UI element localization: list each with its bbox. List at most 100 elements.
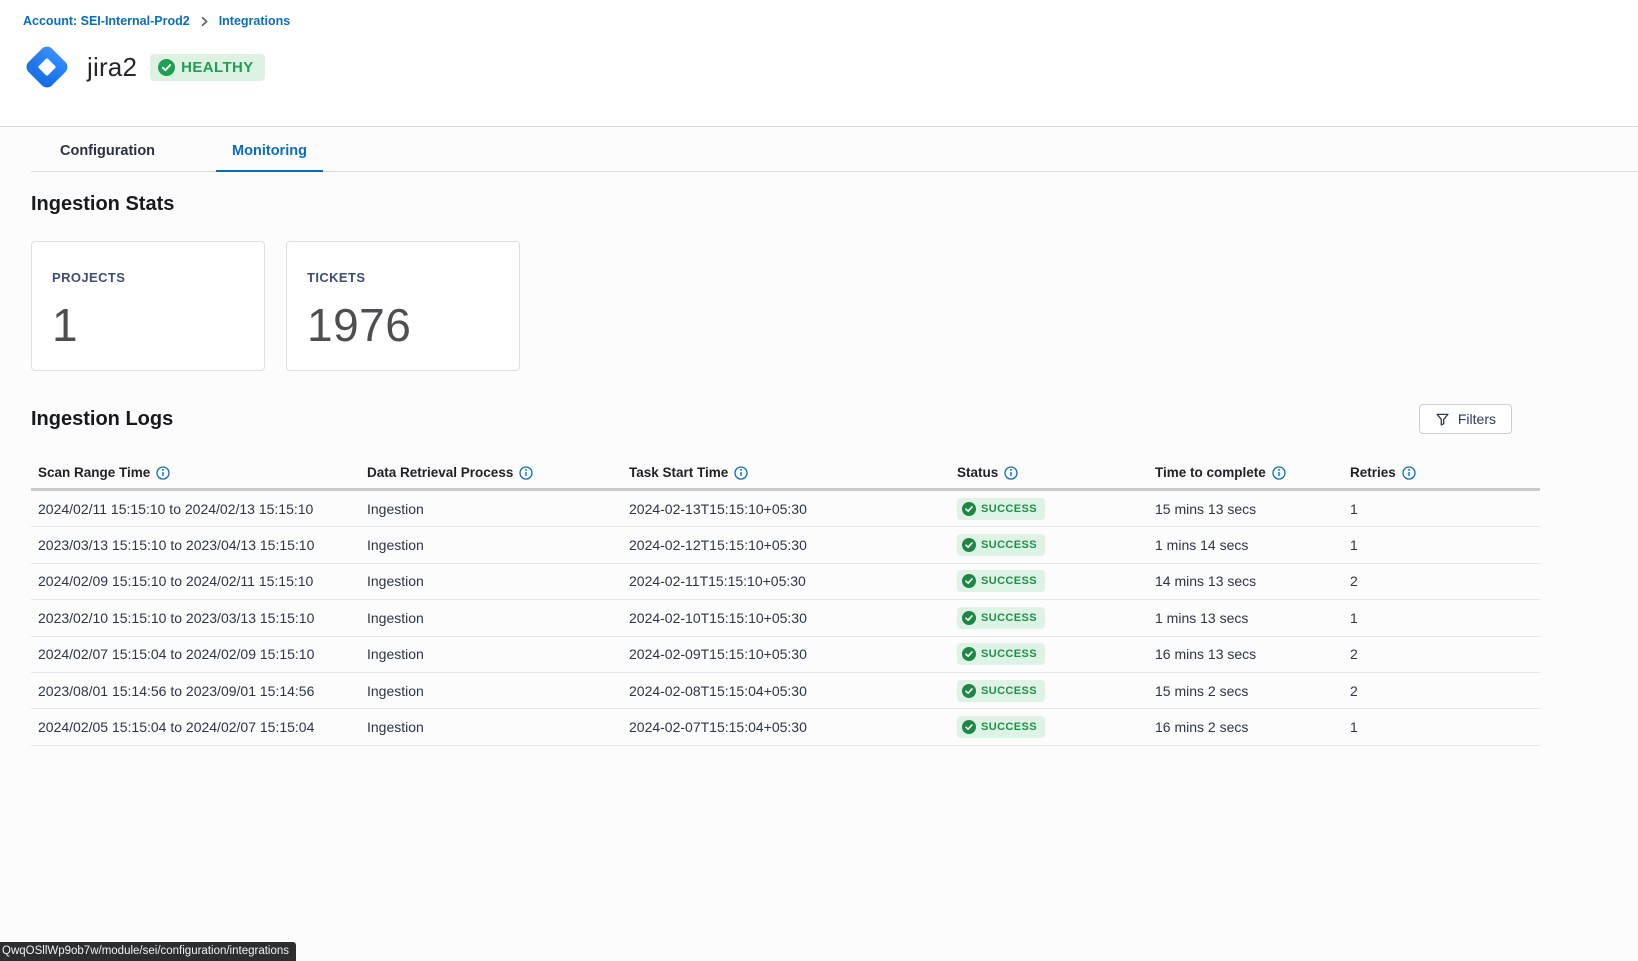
cell-time-to-complete: 1 mins 14 secs [1155,537,1350,553]
column-header-task-start-time: Task Start Time [629,465,957,480]
status-badge: SUCCESS [957,607,1045,629]
page-header: Account: SEI-Internal-Prod2 Integrations [0,0,1638,127]
cell-task-start: 2024-02-11T15:15:10+05:30 [629,573,957,589]
status-badge: SUCCESS [957,643,1045,665]
success-check-icon [962,538,976,552]
cell-process: Ingestion [367,683,629,699]
stat-label: TICKETS [307,270,499,285]
cell-process: Ingestion [367,501,629,517]
cell-time-to-complete: 1 mins 13 secs [1155,610,1350,626]
cell-retries: 2 [1350,646,1547,662]
cell-task-start: 2024-02-13T15:15:10+05:30 [629,501,957,517]
status-label: SUCCESS [981,612,1037,624]
cell-task-start: 2024-02-07T15:15:04+05:30 [629,719,957,735]
stat-cards: PROJECTS 1 TICKETS 1976 [31,241,1638,371]
status-bar-link-preview: QwqOSllWp9ob7w/module/sei/configuration/… [0,942,296,961]
breadcrumb-integrations-link[interactable]: Integrations [219,14,291,28]
stat-card-tickets: TICKETS 1976 [286,241,520,371]
cell-status: SUCCESS [957,680,1155,702]
cell-scan-range: 2023/03/13 15:15:10 to 2023/04/13 15:15:… [38,537,367,553]
success-check-icon [962,502,976,516]
column-header-data-retrieval-process: Data Retrieval Process [367,465,629,480]
cell-process: Ingestion [367,610,629,626]
logs-header-row: Scan Range TimeData Retrieval Process Tas… [31,457,1540,491]
cell-time-to-complete: 14 mins 13 secs [1155,573,1350,589]
success-check-icon [962,720,976,734]
column-header-status: Status [957,465,1155,480]
info-icon[interactable] [1402,466,1416,480]
cell-task-start: 2024-02-08T15:15:04+05:30 [629,683,957,699]
health-status-label: HEALTHY [181,59,254,76]
filters-button-label: Filters [1458,411,1496,427]
cell-retries: 1 [1350,501,1547,517]
cell-retries: 2 [1350,573,1547,589]
cell-time-to-complete: 15 mins 2 secs [1155,683,1350,699]
ingestion-stats-heading: Ingestion Stats [31,193,1638,216]
status-label: SUCCESS [981,575,1037,587]
jira-logo-icon [20,40,74,94]
table-row: 2024/02/05 15:15:04 to 2024/02/07 15:15:… [31,709,1540,745]
success-check-icon [962,574,976,588]
cell-status: SUCCESS [957,607,1155,629]
cell-scan-range: 2024/02/07 15:15:04 to 2024/02/09 15:15:… [38,646,367,662]
table-row: 2024/02/11 15:15:10 to 2024/02/13 15:15:… [31,491,1540,527]
stat-value: 1 [52,298,244,352]
table-row: 2024/02/09 15:15:10 to 2024/02/11 15:15:… [31,564,1540,600]
table-row: 2024/02/07 15:15:04 to 2024/02/09 15:15:… [31,637,1540,673]
cell-status: SUCCESS [957,643,1155,665]
cell-retries: 1 [1350,719,1547,735]
column-label: Time to complete [1155,465,1266,480]
cell-process: Ingestion [367,719,629,735]
stat-label: PROJECTS [52,270,244,285]
cell-scan-range: 2024/02/11 15:15:10 to 2024/02/13 15:15:… [38,501,367,517]
status-badge: SUCCESS [957,716,1045,738]
cell-process: Ingestion [367,537,629,553]
status-badge: SUCCESS [957,534,1045,556]
cell-task-start: 2024-02-09T15:15:10+05:30 [629,646,957,662]
cell-status: SUCCESS [957,570,1155,592]
info-icon[interactable] [1004,466,1018,480]
cell-task-start: 2024-02-12T15:15:10+05:30 [629,537,957,553]
column-label: Data Retrieval Process [367,465,513,480]
column-label: Status [957,465,998,480]
cell-scan-range: 2024/02/05 15:15:04 to 2024/02/07 15:15:… [38,719,367,735]
cell-status: SUCCESS [957,498,1155,520]
cell-scan-range: 2023/02/10 15:15:10 to 2023/03/13 15:15:… [38,610,367,626]
status-label: SUCCESS [981,685,1037,697]
column-header-time-to-complete: Time to complete [1155,465,1350,480]
ingestion-logs-table: Scan Range TimeData Retrieval Process Tas… [31,457,1540,746]
cell-time-to-complete: 16 mins 13 secs [1155,646,1350,662]
info-icon[interactable] [734,466,748,480]
health-status-badge: HEALTHY [150,54,265,81]
filter-funnel-icon [1435,412,1450,427]
cell-retries: 1 [1350,610,1547,626]
success-check-icon [962,684,976,698]
info-icon[interactable] [156,466,170,480]
logs-body: 2024/02/11 15:15:10 to 2024/02/13 15:15:… [31,491,1540,746]
info-icon[interactable] [519,466,533,480]
breadcrumb-account-link[interactable]: Account: SEI-Internal-Prod2 [23,14,190,28]
table-row: 2023/02/10 15:15:10 to 2023/03/13 15:15:… [31,600,1540,636]
tab-configuration[interactable]: Configuration [44,127,171,171]
column-label: Task Start Time [629,465,728,480]
cell-process: Ingestion [367,646,629,662]
status-badge: SUCCESS [957,680,1045,702]
healthy-check-icon [158,59,175,76]
chevron-right-icon [199,16,210,27]
integration-title: jira2 [87,52,137,83]
table-row: 2023/03/13 15:15:10 to 2023/04/13 15:15:… [31,527,1540,563]
tab-bar: Configuration Monitoring [31,127,1638,172]
filters-button[interactable]: Filters [1419,404,1512,434]
tab-monitoring[interactable]: Monitoring [216,127,323,171]
ingestion-logs-heading: Ingestion Logs [31,408,173,431]
status-label: SUCCESS [981,721,1037,733]
cell-status: SUCCESS [957,534,1155,556]
breadcrumb: Account: SEI-Internal-Prod2 Integrations [23,14,1638,28]
column-header-scan-range-time: Scan Range Time [38,465,367,480]
cell-scan-range: 2023/08/01 15:14:56 to 2023/09/01 15:14:… [38,683,367,699]
stat-value: 1976 [307,298,499,352]
column-header-retries: Retries [1350,465,1547,480]
info-icon[interactable] [1272,466,1286,480]
success-check-icon [962,647,976,661]
main-content: Configuration Monitoring Ingestion Stats… [0,127,1638,961]
